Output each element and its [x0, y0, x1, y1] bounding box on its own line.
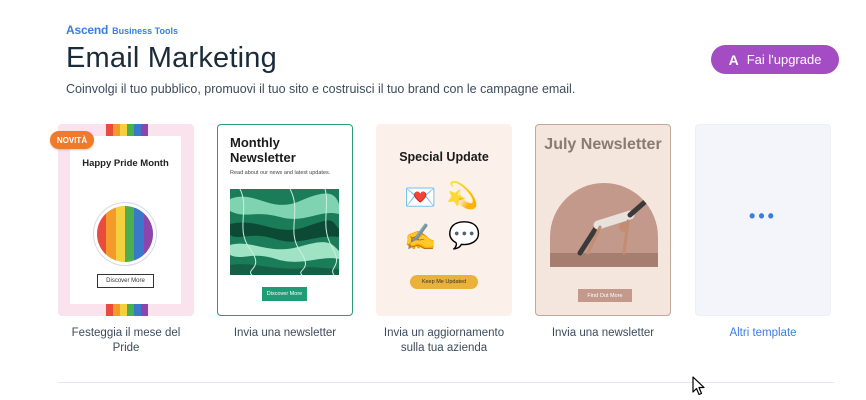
dizzy-star-icon: 💫 — [446, 180, 479, 210]
template-card-more[interactable]: ••• — [695, 124, 831, 316]
more-templates-link[interactable]: Altri template — [695, 326, 831, 341]
rainbow-strip-top — [106, 124, 148, 136]
yoga-photo — [550, 183, 658, 267]
template-caption[interactable]: Invia una newsletter — [217, 326, 353, 341]
template-card-special-update[interactable]: Special Update 💌 💫 ✍️ 💬 Keep Me Updated — [376, 124, 512, 316]
preview-cta: Discover More — [97, 274, 154, 288]
preview-cta: Discover More — [262, 287, 307, 301]
green-marble-image — [230, 189, 339, 275]
template-card-monthly-newsletter[interactable]: Monthly Newsletter Read about our news a… — [217, 124, 353, 316]
preview-cta: Find Out More — [578, 289, 632, 302]
template-card-pride[interactable]: Happy Pride Month Discover More — [58, 124, 194, 316]
yoga-figure-icon — [550, 198, 658, 267]
pride-rainbow-disc — [97, 206, 153, 262]
upgrade-label: Fai l'upgrade — [746, 52, 822, 67]
preview-cta: Keep Me Updated — [410, 275, 478, 289]
speech-bubble-icon: 💬 — [448, 220, 481, 250]
rainbow-strip-bottom — [106, 304, 148, 316]
template-card-july-newsletter[interactable]: July Newsletter Find Out More — [535, 124, 671, 316]
template-caption[interactable]: Invia un aggiornamento sulla tua azienda — [376, 326, 512, 356]
preview-title: Special Update — [399, 150, 489, 164]
new-badge: NOVITÀ — [50, 131, 94, 149]
mouse-cursor-icon — [692, 376, 705, 396]
preview-subtitle: Read about our news and latest updates. — [230, 170, 331, 176]
love-letter-icon: 💌 — [404, 182, 437, 212]
preview-title: Happy Pride Month — [82, 158, 169, 169]
section-divider — [58, 382, 834, 383]
preview-title: Monthly Newsletter — [230, 135, 296, 165]
brand-sub: Business Tools — [112, 26, 179, 36]
page-subtitle: Coinvolgi il tuo pubblico, promuovi il t… — [66, 82, 576, 96]
template-preview: Happy Pride Month Discover More — [70, 136, 181, 304]
writing-hand-icon: ✍️ — [404, 222, 437, 252]
page-title: Email Marketing — [66, 42, 277, 74]
brand-logo: Ascend Business Tools — [66, 23, 178, 37]
upgrade-button[interactable]: A Fai l'upgrade — [711, 45, 839, 74]
template-caption[interactable]: Invia una newsletter — [535, 326, 671, 341]
ascend-logo-icon: A — [728, 51, 739, 68]
brand-name: Ascend — [66, 23, 109, 37]
template-caption[interactable]: Festeggia il mese del Pride — [58, 326, 194, 356]
more-dots-icon: ••• — [749, 205, 777, 226]
preview-title: July Newsletter — [544, 136, 662, 153]
